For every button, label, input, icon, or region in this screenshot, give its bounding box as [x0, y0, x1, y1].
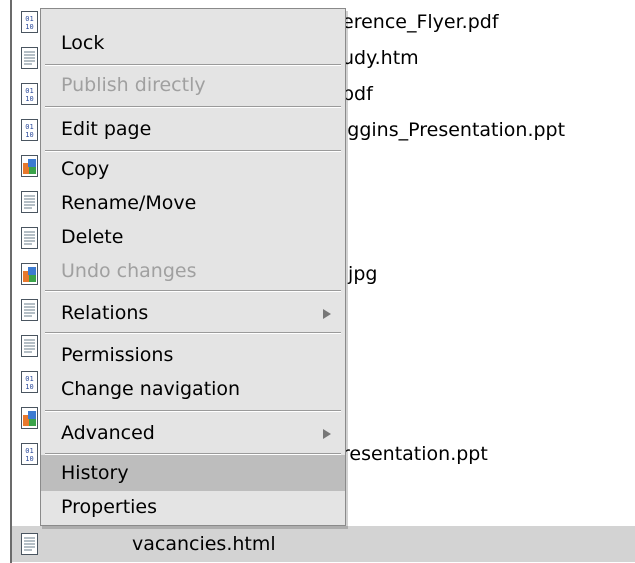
image-file-icon	[20, 406, 40, 430]
binary-file-icon: 01 10	[20, 370, 40, 394]
menu-item-edit-page[interactable]: Edit page	[41, 111, 345, 147]
menu-item-lock[interactable]: Lock	[41, 25, 345, 61]
menu-item-label: Copy	[61, 158, 110, 180]
svg-text:10: 10	[25, 455, 33, 463]
menu-separator	[45, 332, 341, 334]
binary-file-icon: 01 10	[20, 10, 40, 34]
file-name: resentation.ppt	[342, 443, 488, 465]
svg-text:01: 01	[25, 447, 33, 455]
svg-text:01: 01	[25, 87, 33, 95]
svg-text:01: 01	[25, 375, 33, 383]
menu-item-undo-changes[interactable]: Undo changes	[41, 253, 345, 289]
image-file-icon	[20, 262, 40, 286]
document-icon	[20, 298, 40, 322]
svg-text:10: 10	[25, 23, 33, 31]
menu-item-label: Permissions	[61, 344, 174, 366]
submenu-arrow-icon	[323, 429, 331, 439]
menu-item-label: Relations	[61, 302, 149, 324]
binary-file-icon: 01 10	[20, 118, 40, 142]
document-icon	[20, 532, 40, 556]
file-name: vacancies.html	[132, 533, 276, 555]
menu-item-label: Properties	[61, 496, 158, 518]
image-file-icon	[20, 154, 40, 178]
file-name: iggins_Presentation.ppt	[342, 119, 566, 141]
svg-text:10: 10	[25, 131, 33, 139]
submenu-arrow-icon	[323, 309, 331, 319]
document-icon	[20, 334, 40, 358]
menu-item-label: History	[61, 462, 129, 484]
menu-separator	[45, 410, 341, 412]
file-name: pdf	[342, 83, 373, 105]
menu-item-properties[interactable]: Properties	[41, 489, 345, 525]
file-name: .jpg	[342, 263, 378, 285]
document-icon	[20, 226, 40, 250]
menu-item-permissions[interactable]: Permissions	[41, 337, 345, 373]
menu-item-label: Delete	[61, 226, 124, 248]
menu-item-change-navigation[interactable]: Change navigation	[41, 371, 345, 407]
svg-text:10: 10	[25, 95, 33, 103]
menu-item-label: Publish directly	[61, 74, 206, 96]
file-name: udy.htm	[342, 47, 419, 69]
menu-item-label: Undo changes	[61, 260, 197, 282]
menu-item-advanced[interactable]: Advanced	[41, 415, 345, 451]
menu-item-publish-directly[interactable]: Publish directly	[41, 67, 345, 103]
menu-item-relations[interactable]: Relations	[41, 295, 345, 331]
menu-item-label: Edit page	[61, 118, 152, 140]
binary-file-icon: 01 10	[20, 442, 40, 466]
menu-item-copy[interactable]: Copy	[41, 151, 345, 187]
file-row-vacancies[interactable]: vacancies.html	[12, 526, 635, 562]
menu-item-label: Advanced	[61, 422, 155, 444]
menu-item-delete[interactable]: Delete	[41, 219, 345, 255]
svg-text:01: 01	[25, 123, 33, 131]
file-browser: 01 10 erence_Flyer.pdf udy.htm 01 10 pdf 0…	[0, 0, 635, 563]
svg-text:01: 01	[25, 15, 33, 23]
binary-file-icon: 01 10	[20, 82, 40, 106]
menu-separator	[45, 106, 341, 108]
menu-item-label: Change navigation	[61, 378, 241, 400]
document-icon	[20, 46, 40, 70]
menu-item-label: Lock	[61, 32, 105, 54]
context-menu: Lock Publish directly Edit page Copy Ren…	[40, 8, 346, 526]
file-name: erence_Flyer.pdf	[342, 11, 499, 33]
svg-text:10: 10	[25, 383, 33, 391]
menu-item-history[interactable]: History	[41, 455, 345, 491]
menu-separator	[45, 64, 341, 66]
menu-item-rename-move[interactable]: Rename/Move	[41, 185, 345, 221]
menu-item-label: Rename/Move	[61, 192, 197, 214]
document-icon	[20, 190, 40, 214]
menu-separator	[45, 290, 341, 292]
